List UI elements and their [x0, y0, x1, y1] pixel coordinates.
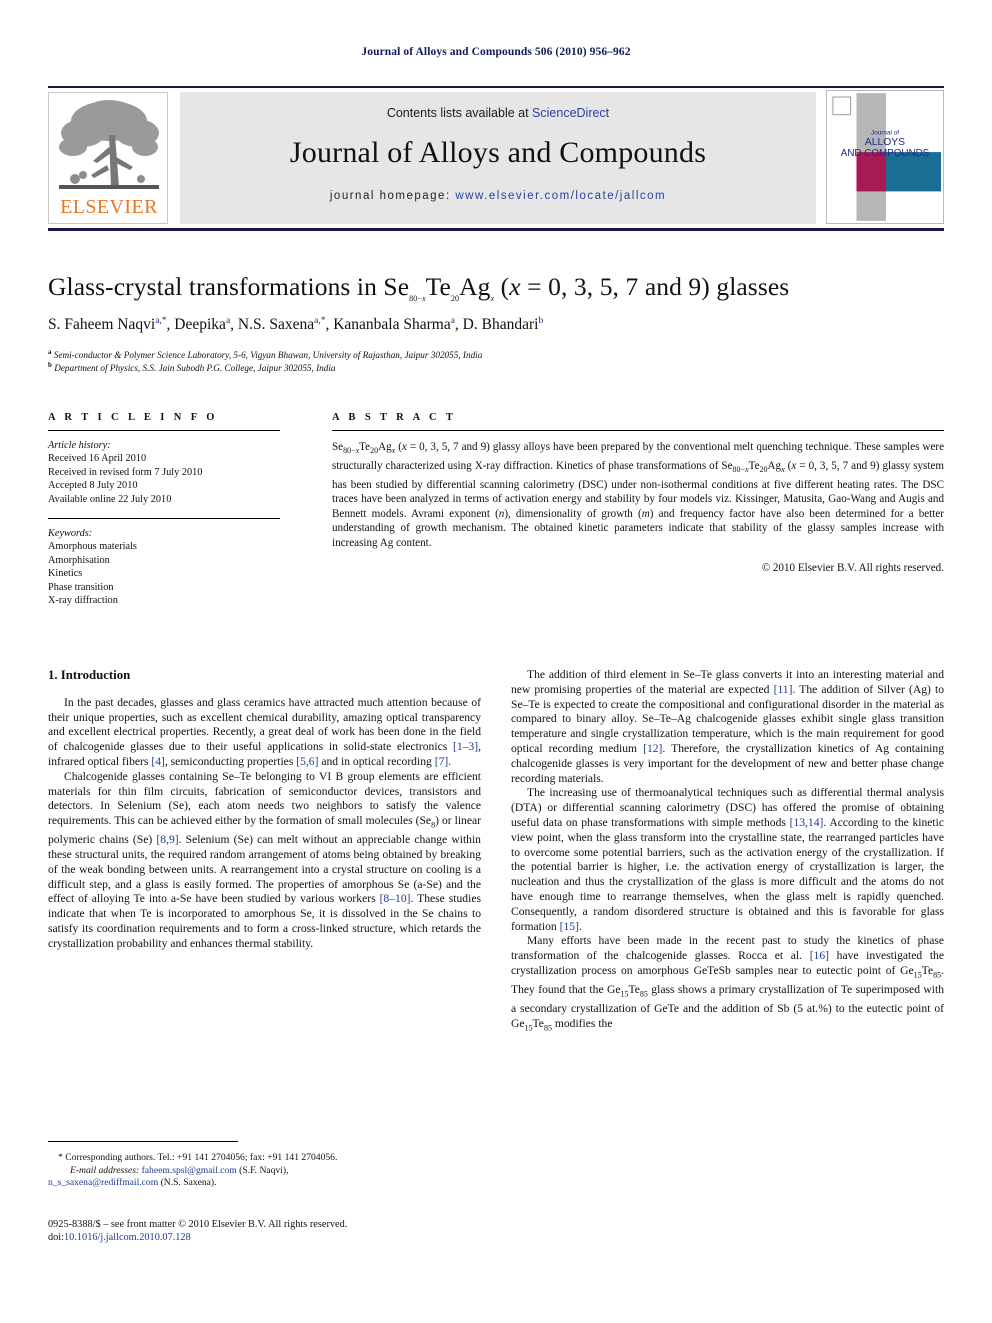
paragraph: Chalcogenide glasses containing Se–Te be… — [48, 769, 481, 950]
elsevier-logo: ELSEVIER — [48, 92, 168, 224]
elsevier-tree-icon — [59, 100, 159, 189]
email-owner-2: (N.S. Saxena). — [160, 1177, 217, 1189]
abstract-text: Se80−xTe20Agx (x = 0, 3, 5, 7 and 9) gla… — [332, 441, 945, 549]
contents-prefix: Contents lists available at — [386, 106, 533, 120]
paragraph: The increasing use of thermoanalytical t… — [511, 786, 944, 933]
running-head: Journal of Alloys and Compounds 506 (201… — [361, 46, 631, 58]
affiliation-b: b Department of Physics, S.S. Jain Subod… — [48, 361, 336, 374]
masthead-bottom-rule — [48, 228, 944, 231]
paragraph: In the past decades, glasses and glass c… — [48, 695, 481, 768]
svg-text:Journal of: Journal of — [871, 129, 899, 136]
keywords-label: Keywords: — [48, 528, 93, 540]
doi-line: doi:10.1016/j.jallcom.2010.07.128 — [48, 1231, 548, 1244]
abstract-rule — [332, 430, 944, 431]
issn-front-matter: 0925-8388/$ – see front matter © 2010 El… — [48, 1219, 348, 1230]
author-list: S. Faheem Naqvia,*, Deepikaa, N.S. Saxen… — [48, 316, 544, 334]
footnote-block: * Corresponding authors. Tel.: +91 141 2… — [48, 1152, 481, 1190]
history-item: Received 16 April 2010 — [48, 453, 147, 465]
affiliation-a: a Semi-conductor & Polymer Science Labor… — [48, 348, 483, 361]
article-info-rule — [48, 430, 280, 431]
svg-text:ALLOYS: ALLOYS — [865, 137, 905, 148]
doi-value[interactable]: 10.1016/j.jallcom.2010.07.128 — [64, 1232, 191, 1243]
page-title: Glass-crystal transformations in Se80−xT… — [48, 272, 790, 304]
article-info-column: A R T I C L E I N F O Article history: R… — [48, 412, 280, 607]
homepage-prefix: journal homepage: — [329, 190, 456, 202]
paragraph: Many efforts have been made in the recen… — [511, 934, 944, 1033]
keyword-item: Phase transition — [48, 581, 114, 593]
keyword-item: Kinetics — [48, 568, 83, 580]
abstract-copyright: © 2010 Elsevier B.V. All rights reserved… — [761, 561, 944, 574]
body-column-right: The addition of third element in Se–Te g… — [511, 668, 944, 1036]
footnote-rule — [48, 1141, 238, 1142]
journal-homepage-link[interactable]: www.elsevier.com/locate/jallcom — [455, 190, 666, 202]
journal-cover-thumbnail: Journal of ALLOYS AND COMPOUNDS — [826, 90, 944, 224]
abstract-heading: A B S T R A C T — [332, 412, 457, 423]
email-address-1[interactable]: faheem.spsl@gmail.com — [142, 1165, 237, 1176]
body-column-left: 1. Introduction In the past decades, gla… — [48, 668, 481, 952]
elsevier-wordmark: ELSEVIER — [60, 196, 158, 218]
imprint-block: 0925-8388/$ – see front matter © 2010 El… — [48, 1218, 548, 1244]
article-history-label: Article history: — [48, 440, 111, 451]
paragraph: The addition of third element in Se–Te g… — [511, 668, 944, 785]
email-line-2: n_s_saxena@rediffmail.com (N.S. Saxena). — [48, 1177, 481, 1190]
history-item: Received in revised form 7 July 2010 — [48, 466, 203, 478]
sciencedirect-link[interactable]: ScienceDirect — [532, 106, 609, 120]
contents-available-line: Contents lists available at ScienceDirec… — [180, 106, 816, 120]
abstract-column: A B S T R A C T Se80−xTe20Agx (x = 0, 3,… — [332, 412, 944, 574]
history-item: Available online 22 July 2010 — [48, 493, 172, 505]
email-address-2[interactable]: n_s_saxena@rediffmail.com — [48, 1177, 158, 1188]
keyword-item: Amorphous materials — [48, 541, 137, 553]
keywords-block: Keywords: Amorphous materials Amorphisat… — [48, 527, 280, 607]
journal-homepage-line: journal homepage: www.elsevier.com/locat… — [180, 190, 816, 202]
email-line-1: E-mail addresses: faheem.spsl@gmail.com … — [48, 1165, 481, 1178]
email-label: E-mail addresses: — [70, 1164, 140, 1176]
corresponding-author-note: * Corresponding authors. Tel.: +91 141 2… — [58, 1152, 338, 1163]
journal-article-page: Journal of Alloys and Compounds 506 (201… — [0, 0, 992, 1323]
history-item: Accepted 8 July 2010 — [48, 480, 138, 492]
svg-text:AND COMPOUNDS: AND COMPOUNDS — [841, 148, 930, 159]
journal-title: Journal of Alloys and Compounds — [289, 136, 707, 169]
email-owner-1: (S.F. Naqvi), — [239, 1164, 289, 1176]
keywords-rule — [48, 518, 280, 520]
keyword-item: X-ray diffraction — [48, 595, 118, 607]
doi-label: doi: — [48, 1232, 65, 1244]
article-history: Article history: Received 16 April 2010 … — [48, 439, 280, 506]
article-info-heading: A R T I C L E I N F O — [48, 412, 218, 423]
keyword-item: Amorphisation — [48, 554, 110, 566]
journal-masthead: ELSEVIER Contents lists available at Sci… — [48, 86, 944, 228]
masthead-band: Contents lists available at ScienceDirec… — [180, 92, 816, 224]
section-heading-introduction: 1. Introduction — [48, 668, 131, 682]
cover-artwork: Journal of ALLOYS AND COMPOUNDS — [827, 91, 943, 223]
